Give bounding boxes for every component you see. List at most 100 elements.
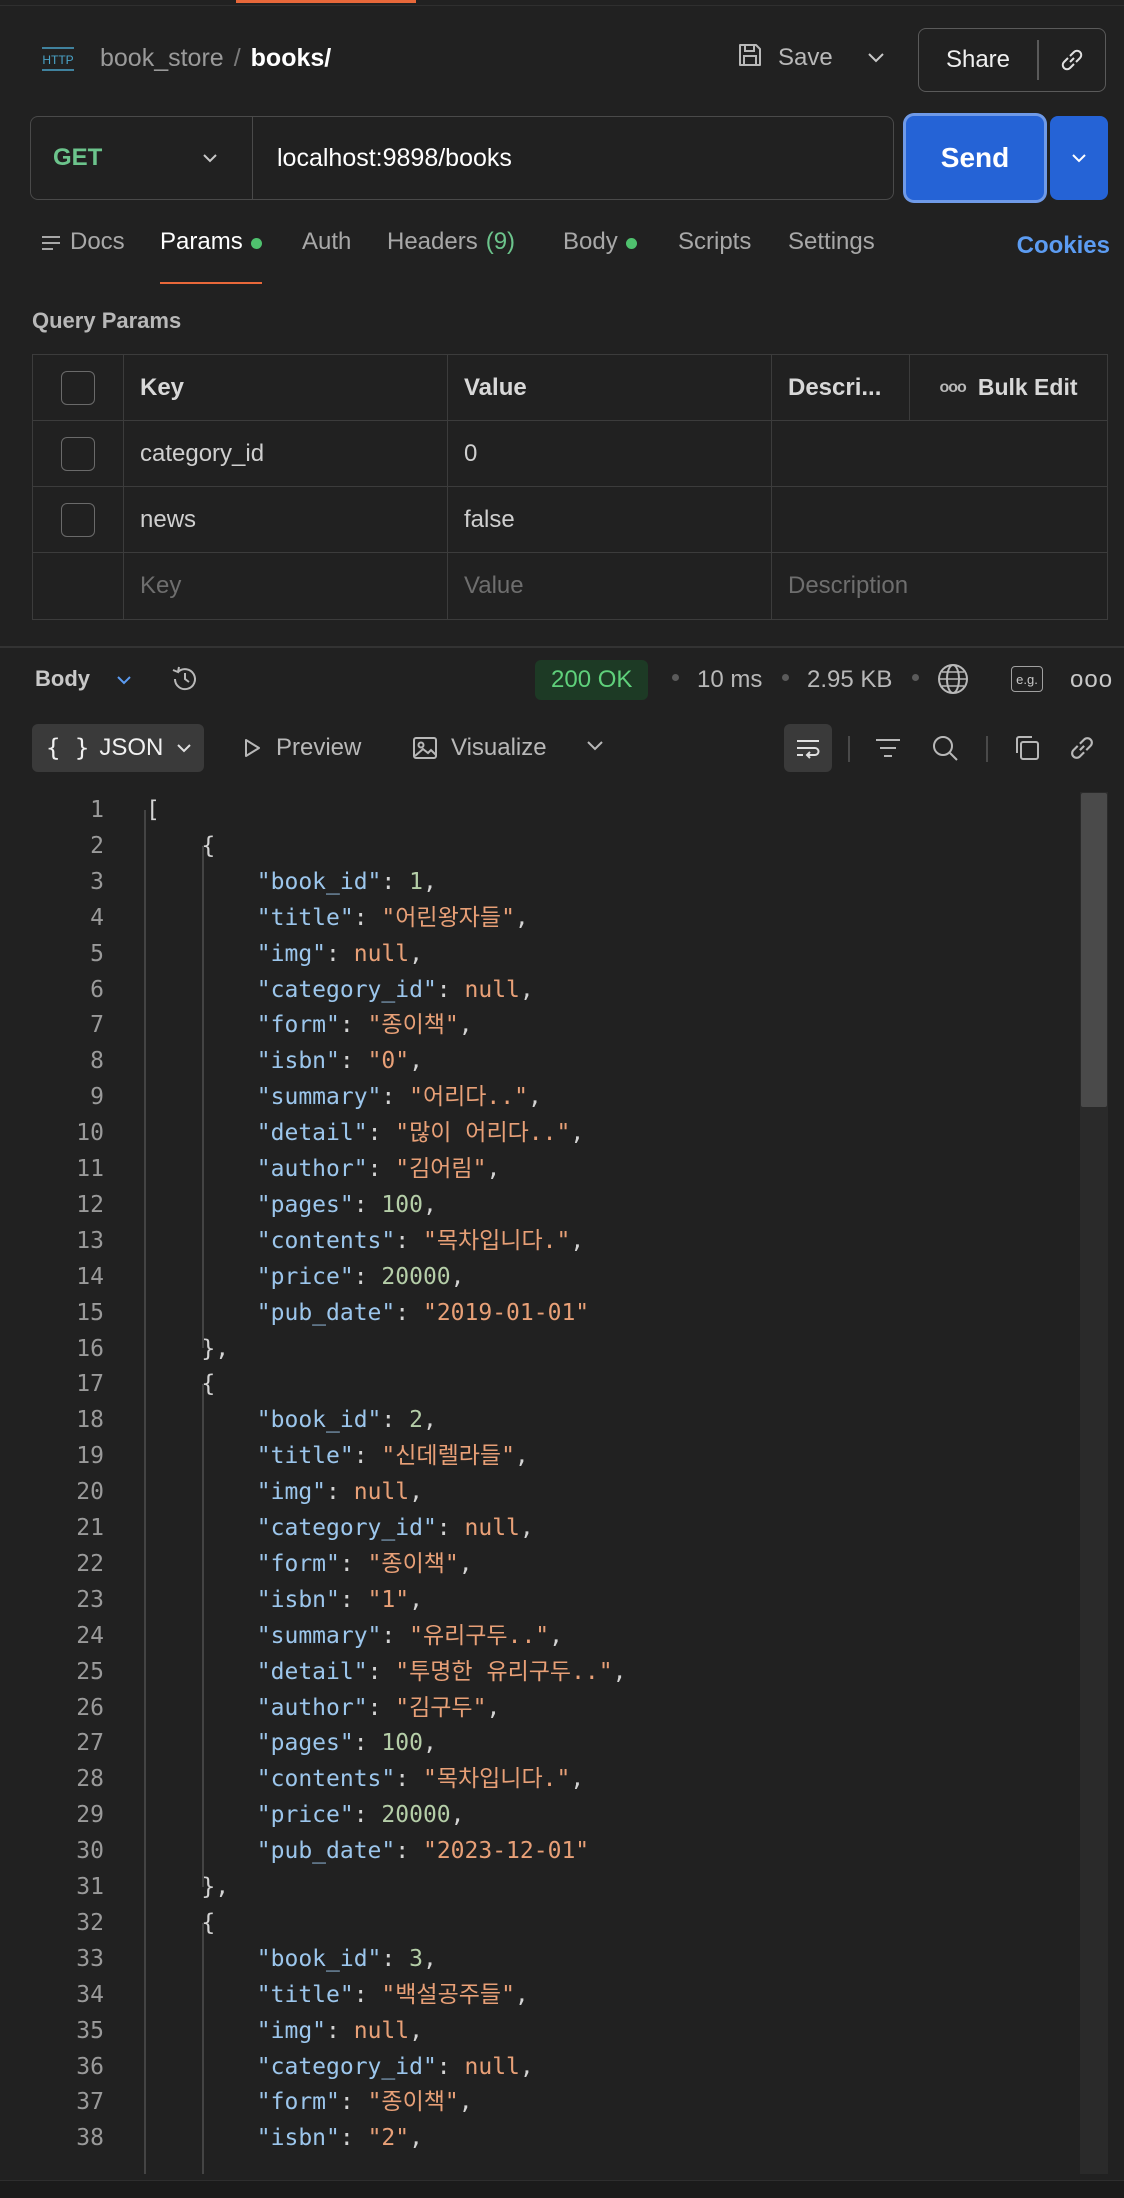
line-number: 37 [76,2089,104,2116]
save-icon [736,41,764,76]
param-key[interactable]: category_id [124,421,448,486]
line-number: 9 [90,1084,104,1111]
param-value[interactable]: false [448,487,772,552]
copy-icon[interactable] [1011,732,1043,769]
visualize-button[interactable]: Visualize [411,724,547,772]
table-row: news false [33,487,1107,553]
send-options-button[interactable] [1050,116,1108,200]
new-key-input[interactable]: Key [124,553,448,619]
request-name[interactable]: books/ [251,44,332,72]
code-line: 20 "img": null, [0,1474,1080,1510]
line-content: "contents": "목차입니다.", [256,1227,585,1254]
save-example-icon[interactable]: e.g. [1011,666,1043,692]
line-number: 2 [90,832,104,859]
url-input[interactable] [253,143,893,173]
code-line: 18 "book_id": 2, [0,1402,1080,1438]
cookies-link[interactable]: Cookies [1017,232,1110,260]
method-selector[interactable]: GET [31,117,253,199]
link-icon[interactable] [1066,732,1098,769]
line-content: "isbn": "1", [256,1586,423,1613]
line-content: { [146,832,216,859]
line-number: 20 [76,1479,104,1506]
code-line: 21 "category_id": null, [0,1510,1080,1546]
line-content: "isbn": "0", [256,1048,423,1075]
line-content: [ [146,797,160,823]
tab-settings[interactable]: Settings [788,228,875,284]
param-description[interactable] [772,487,1107,552]
indent-guide [202,845,204,1349]
chevron-down-icon [203,154,217,163]
select-all-checkbox[interactable] [61,370,95,405]
line-content: "category_id": null, [256,1515,534,1541]
new-value-input[interactable]: Value [448,553,772,619]
breadcrumb-collection[interactable]: book_store [100,44,224,72]
format-selector[interactable]: { } JSON [32,724,204,772]
param-checkbox[interactable] [61,436,95,471]
row-check-cell [33,553,124,619]
copy-link-button[interactable] [1039,45,1106,75]
more-options-icon[interactable]: ooo [1070,666,1113,694]
line-number: 25 [76,1658,104,1685]
line-content: }, [146,1874,230,1900]
line-number: 8 [90,1048,104,1075]
param-description[interactable] [772,421,1107,486]
new-description-input[interactable]: Description [772,553,1107,619]
column-key: Key [124,355,448,420]
wrap-lines-icon [797,740,820,759]
chevron-down-icon[interactable] [112,668,136,697]
tab-docs-label: Docs [70,228,125,255]
response-body-label[interactable]: Body [35,666,90,692]
code-line: 28 "contents": "목차입니다.", [0,1761,1080,1797]
tab-scripts-label: Scripts [678,228,752,255]
bulk-edit-button[interactable]: ooo Bulk Edit [910,355,1107,420]
line-number: 1 [90,797,104,823]
http-icon: HTTP [38,42,78,76]
line-number: 11 [76,1156,104,1182]
response-status-bar: Body 200 OK 10 ms 2.95 KB e.g. ooo [0,652,1124,708]
status-badge[interactable]: 200 OK [535,660,649,700]
preview-button[interactable]: Preview [240,724,361,772]
visualize-options-chevron-icon[interactable] [582,732,608,763]
tab-settings-label: Settings [788,228,875,255]
param-key[interactable]: news [124,487,448,552]
code-scrollbar-thumb[interactable] [1081,793,1107,1107]
param-checkbox[interactable] [61,502,95,537]
code-line: 26 "author": "김구두", [0,1690,1080,1726]
line-number: 26 [76,1694,104,1721]
indent-guide [202,1384,204,1887]
code-line: 34 "title": "백설공주들", [0,1977,1080,2013]
history-icon[interactable] [168,662,202,701]
tab-docs[interactable]: Docs [40,228,125,284]
send-button[interactable]: Send [906,116,1044,200]
filter-icon[interactable] [872,732,904,769]
response-time[interactable]: 10 ms [697,666,762,694]
active-tab-indicator [236,0,416,3]
tab-body[interactable]: Body [563,228,637,284]
save-options-chevron-icon[interactable] [860,42,892,74]
line-content: "form": "종이책", [256,1550,473,1577]
tab-scripts[interactable]: Scripts [678,228,751,284]
response-size[interactable]: 2.95 KB [807,666,892,694]
search-icon[interactable] [929,732,961,769]
response-json-viewer[interactable]: 1[2 {3 "book_id": 1, 4 "title": "어린왕자들", 5… [0,792,1124,2174]
tab-auth[interactable]: Auth [302,228,351,284]
chevron-down-icon [1072,154,1086,163]
param-value[interactable]: 0 [448,421,772,486]
line-number: 19 [76,1443,104,1470]
save-button[interactable]: Save [736,36,833,80]
select-all-cell [33,355,124,420]
tab-headers[interactable]: Headers (9) [387,228,515,284]
toolbar-separator [848,736,850,762]
line-content: "book_id": 3, [256,1945,437,1972]
line-number: 30 [76,1838,104,1865]
globe-icon[interactable] [936,662,970,701]
wrap-lines-button[interactable] [784,724,832,772]
line-number: 35 [76,2017,104,2044]
code-line: 1[ [0,792,1080,828]
format-label: JSON [99,734,164,761]
tab-params[interactable]: Params [160,228,262,284]
share-button[interactable]: Share [919,46,1037,74]
line-content: "img": null, [256,940,423,967]
line-number: 13 [76,1227,104,1254]
line-number: 6 [90,976,104,1003]
